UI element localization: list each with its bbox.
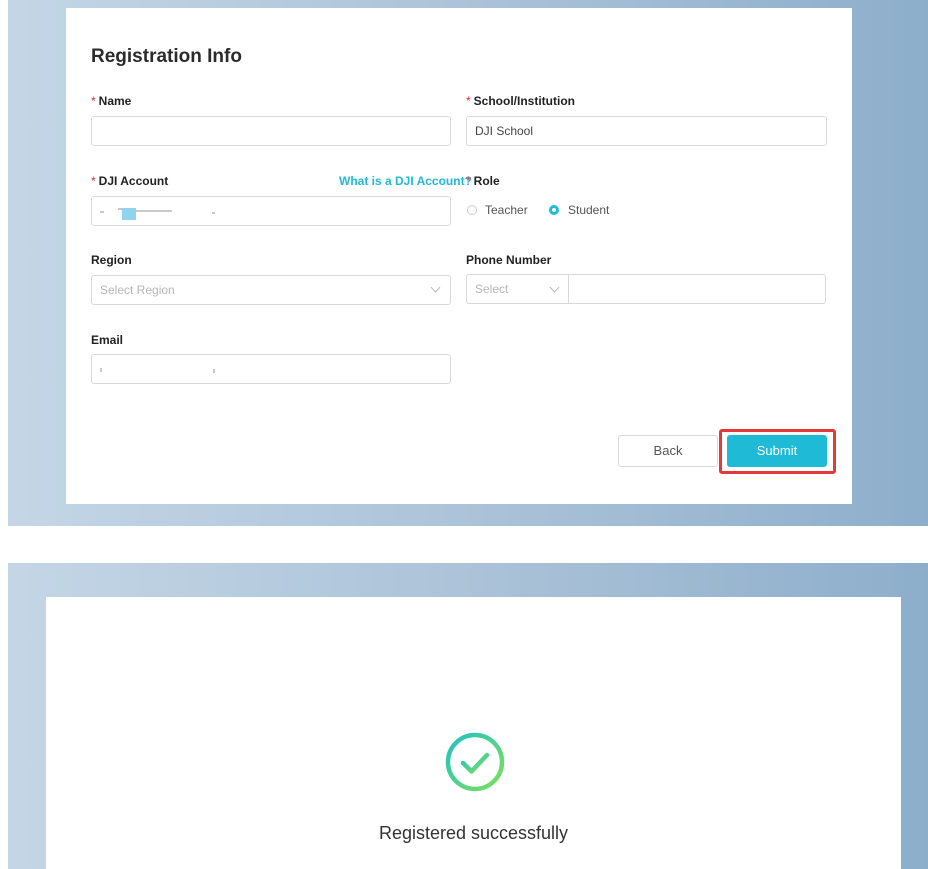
required-mark: * (91, 174, 96, 188)
name-label: * Name (91, 94, 132, 108)
masked-text (213, 369, 215, 373)
required-mark: * (466, 174, 471, 188)
form-title: Registration Info (91, 46, 242, 67)
school-input[interactable]: DJI School (466, 116, 827, 146)
phone-code-select[interactable]: Select (466, 274, 569, 304)
what-is-dji-account-link[interactable]: What is a DJI Account? (339, 174, 472, 188)
name-input[interactable] (91, 116, 451, 146)
required-mark: * (91, 94, 96, 108)
chevron-down-icon (430, 282, 441, 293)
role-radio-group: Teacher Student (466, 203, 666, 219)
email-input[interactable] (91, 354, 451, 384)
school-label: * School/Institution (466, 94, 575, 108)
masked-text (100, 211, 104, 213)
region-select[interactable]: Select Region (91, 275, 451, 305)
required-mark: * (466, 94, 471, 108)
back-button[interactable]: Back (618, 435, 718, 467)
email-label: Email (91, 333, 124, 347)
radio-teacher-label[interactable]: Teacher (485, 203, 528, 217)
phone-label: Phone Number (466, 253, 552, 267)
masked-text (100, 368, 102, 372)
radio-student-label[interactable]: Student (568, 203, 609, 217)
masked-text (132, 210, 172, 212)
submit-button[interactable]: Submit (727, 435, 827, 467)
region-label: Region (91, 253, 132, 267)
radio-teacher[interactable] (467, 205, 477, 215)
registration-form: Registration Info * Name * School/Institut… (66, 8, 852, 504)
radio-student[interactable] (549, 205, 559, 215)
check-circle-icon (445, 732, 505, 792)
role-label: * Role (466, 174, 500, 188)
masked-text (212, 212, 215, 214)
chevron-down-icon (549, 282, 560, 293)
dji-account-label: * DJI Account (91, 174, 169, 188)
success-message: Registered successfully (378, 823, 569, 843)
success-panel: Registered successfully (46, 597, 901, 869)
phone-number-input[interactable] (568, 274, 826, 304)
masked-highlight (122, 208, 136, 220)
